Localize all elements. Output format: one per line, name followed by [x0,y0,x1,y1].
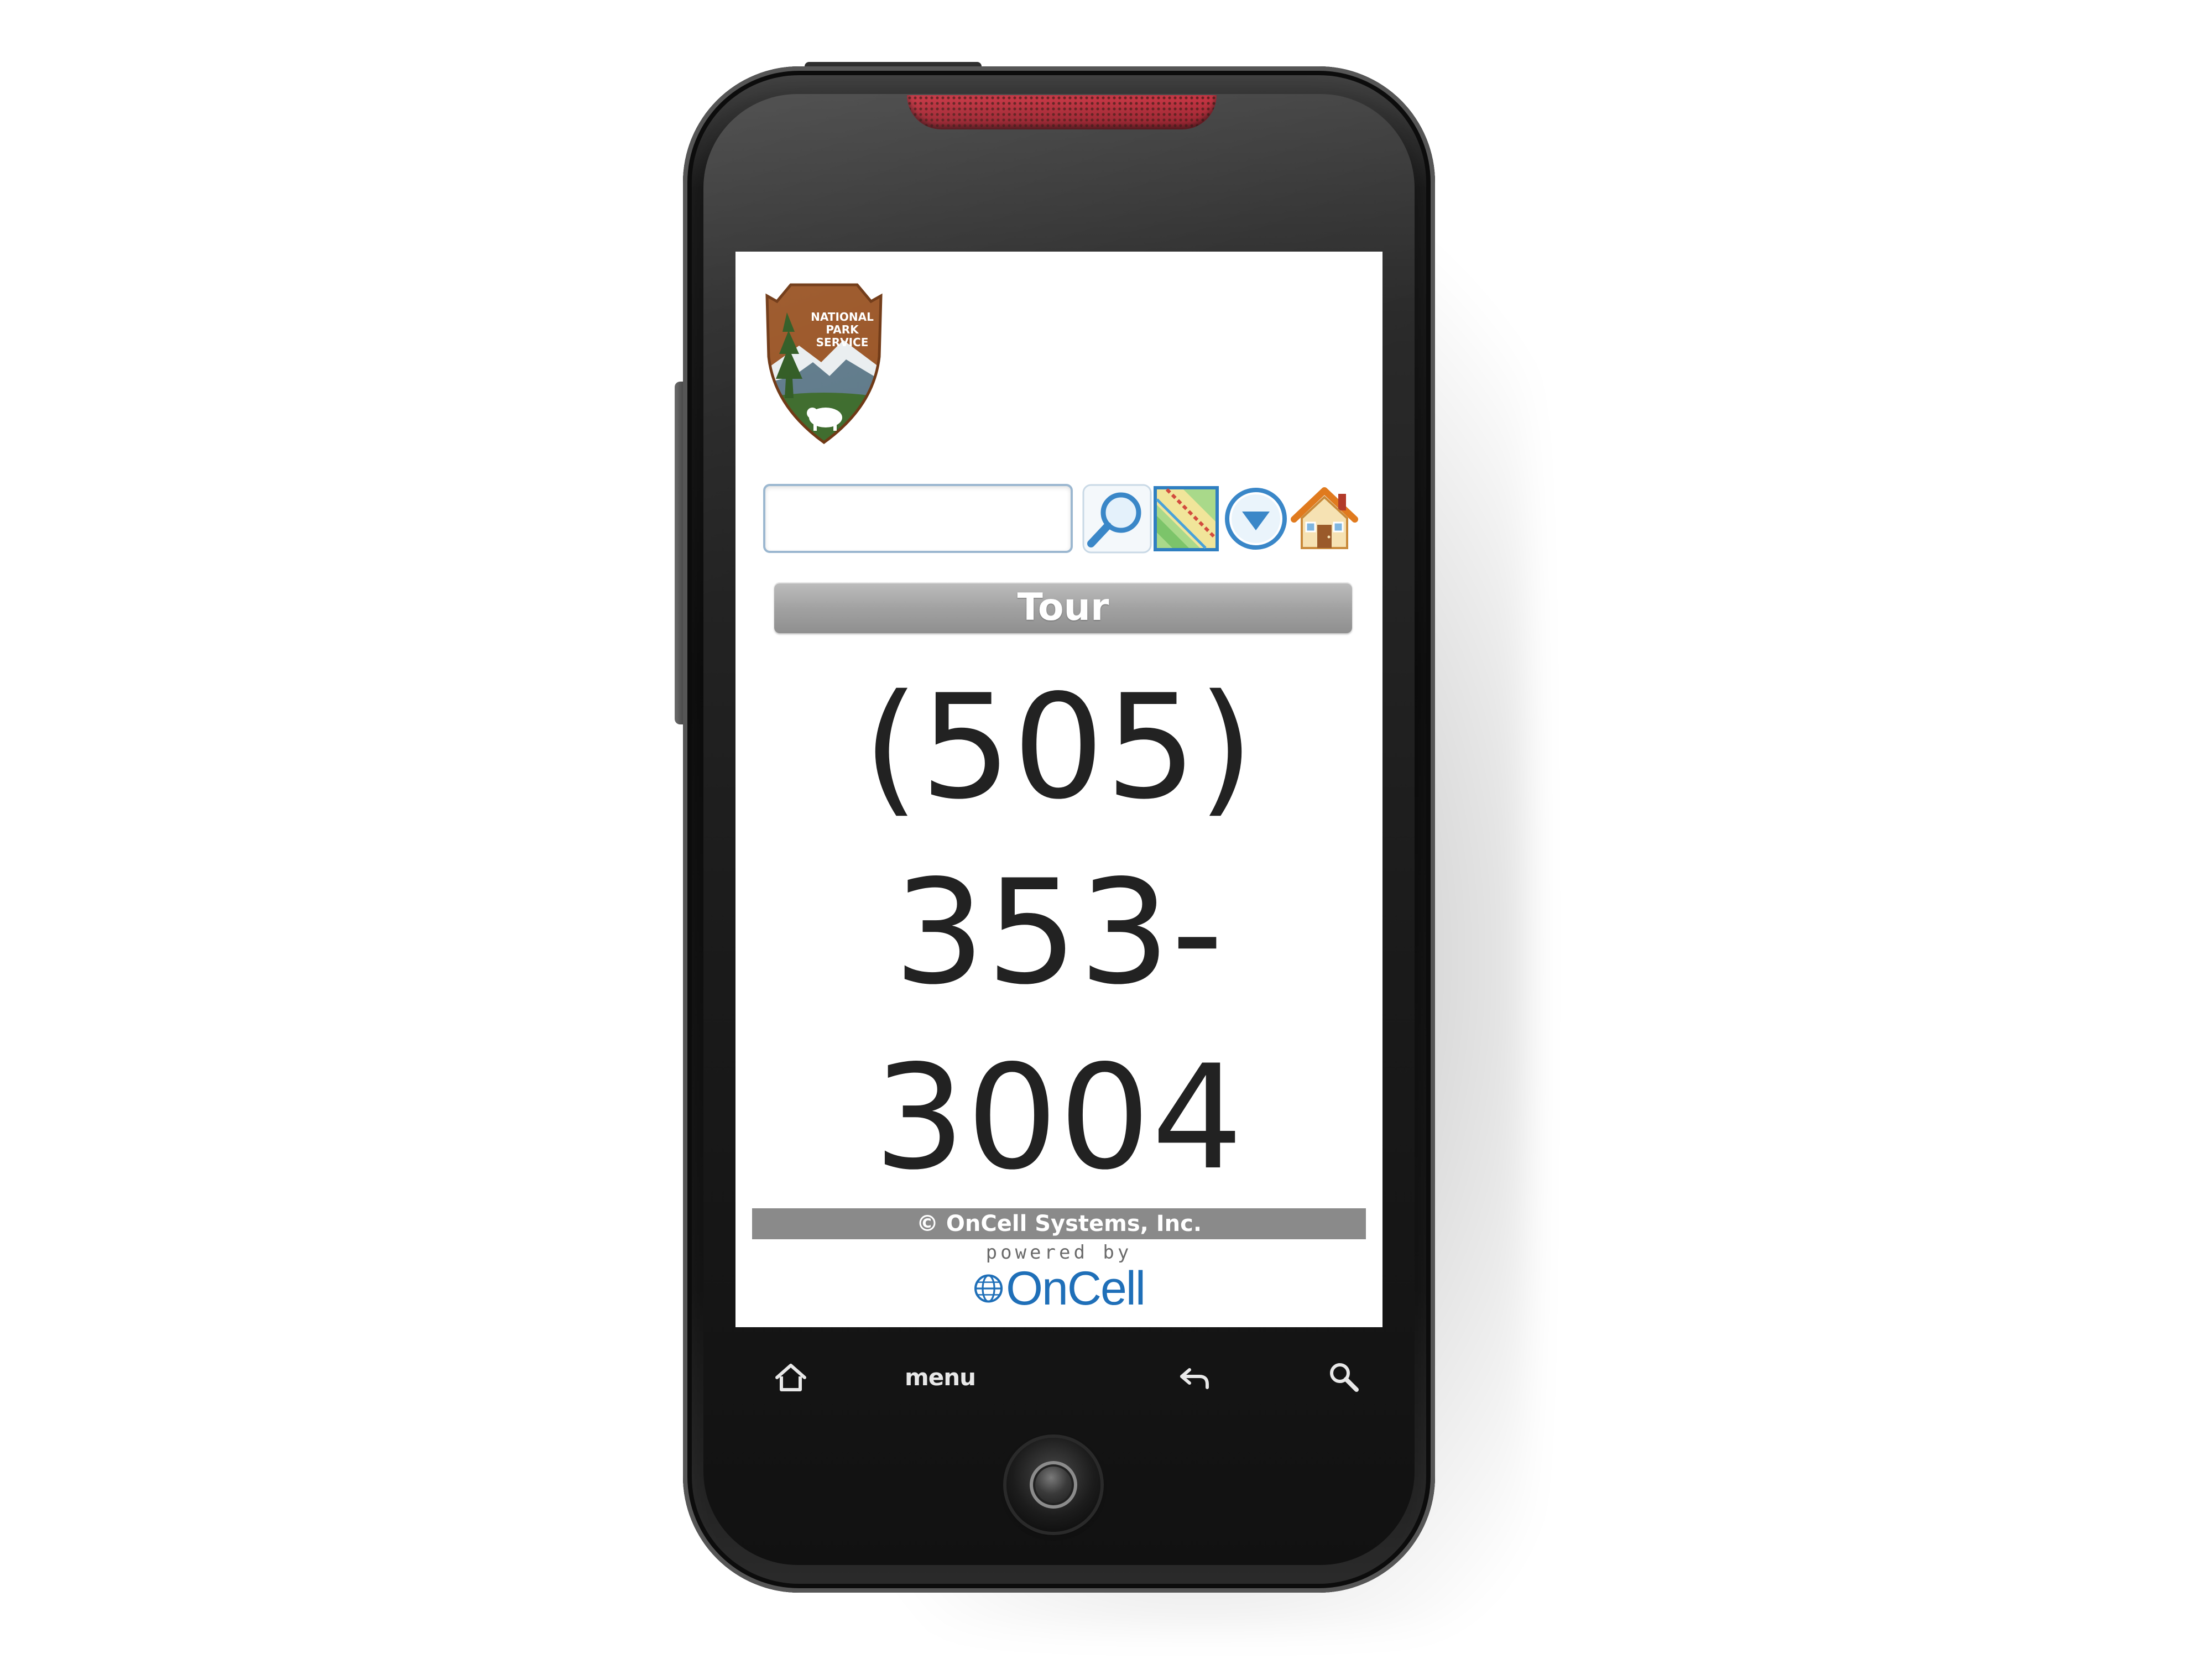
trackball-center [1030,1461,1077,1509]
home-key-icon [775,1364,806,1391]
hardware-menu-key[interactable]: menu [896,1352,984,1402]
dropdown-icon[interactable] [1220,483,1292,555]
search-input[interactable] [763,484,1073,553]
oncell-logo[interactable]: OnCell [973,1262,1146,1315]
phone-number-line: 3004 [874,1035,1244,1202]
powered-by-label: powered by [985,1241,1133,1264]
search-key-icon [1330,1363,1359,1392]
hardware-back-key[interactable] [1167,1352,1222,1402]
phone-number-link[interactable]: (505) 353- 3004 [735,655,1383,1211]
hardware-home-key[interactable] [763,1352,818,1402]
svg-text:SERVICE: SERVICE [816,336,869,349]
search-icon[interactable] [1081,483,1153,555]
map-icon[interactable] [1150,483,1222,555]
tour-section-header[interactable]: Tour [774,582,1352,633]
globe-icon [974,1274,1003,1303]
speaker-grill [907,95,1217,129]
copyright-bar: © OnCell Systems, Inc. [752,1208,1366,1239]
phone-number-prefix: 353- [893,849,1225,1016]
oncell-brand-text: OnCell [1006,1262,1146,1315]
svg-text:NATIONAL: NATIONAL [811,310,874,324]
trackball[interactable] [1006,1438,1100,1532]
nps-arrowhead-logo: NATIONAL PARK SERVICE [765,283,883,445]
back-key-icon [1180,1368,1209,1389]
phone-number-area-code: (505) [863,664,1255,831]
phone-screen: NATIONAL PARK SERVICE Tour (505) 353- 30… [735,252,1383,1327]
home-icon[interactable] [1288,483,1360,555]
svg-text:PARK: PARK [826,323,859,336]
hardware-search-key[interactable] [1316,1352,1371,1402]
